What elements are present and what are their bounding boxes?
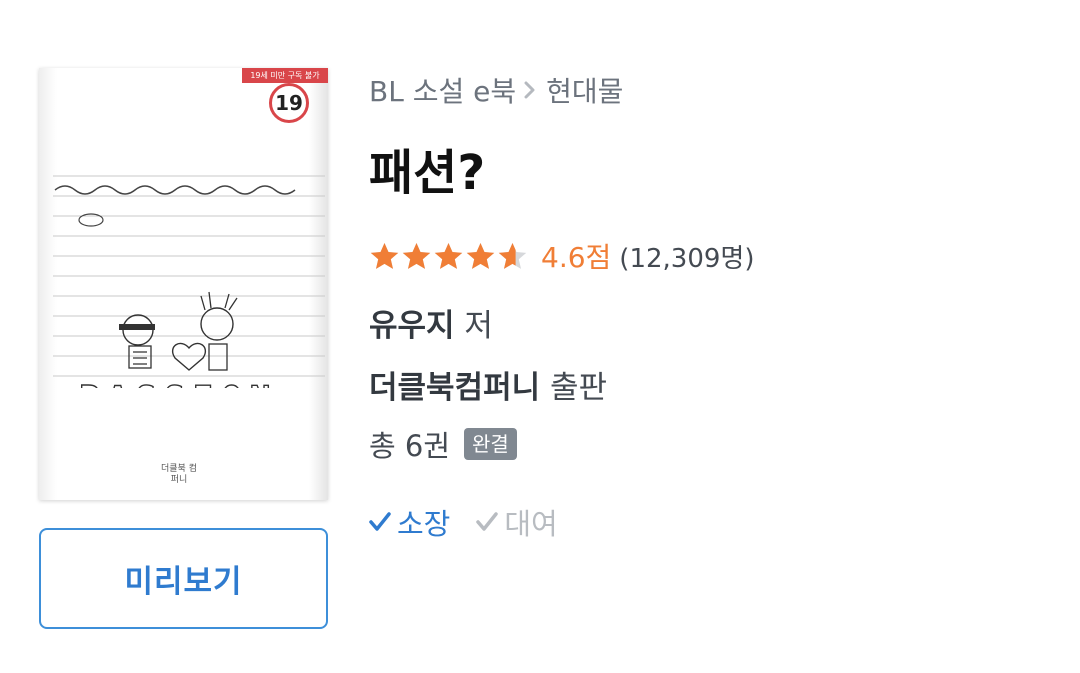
rent-option[interactable]: 대여 xyxy=(474,501,558,543)
star-icon xyxy=(466,242,495,269)
notebook-lines xyxy=(53,175,325,377)
check-icon xyxy=(369,512,391,531)
book-title: 패션? xyxy=(369,145,486,201)
chevron-right-icon xyxy=(524,80,536,100)
check-icon xyxy=(476,512,499,531)
rent-label: 대여 xyxy=(504,507,558,541)
book-cover[interactable]: 19세 미만 구독 불가 19 PASSION 더클북 컴퍼니 xyxy=(39,68,328,500)
volume-info: 총 6권 완결 xyxy=(369,424,517,464)
star-icon xyxy=(370,242,399,269)
cover-art-title: PASSION xyxy=(79,379,278,388)
publisher-name[interactable]: 더클북컴퍼니 xyxy=(369,370,540,406)
ownership-options: 소장 대여 xyxy=(367,502,558,542)
status-badge: 완결 xyxy=(464,428,517,460)
volume-count: 총 6권 xyxy=(369,429,451,463)
age-rating-badge: 19 xyxy=(269,83,309,123)
rating-count: (12,309명) xyxy=(619,243,755,274)
cover-publisher-mark: 더클북 컴퍼니 xyxy=(161,464,197,485)
publisher-line: 더클북컴퍼니 출판 xyxy=(369,362,607,407)
star-icon xyxy=(434,242,463,269)
own-label: 소장 xyxy=(397,507,451,541)
rating-stars xyxy=(369,241,529,272)
author-suffix: 저 xyxy=(464,308,493,344)
star-icon xyxy=(402,242,431,269)
rating-score: 4.6점 xyxy=(541,241,612,274)
cover-illustration: PASSION xyxy=(53,175,325,388)
star-icon xyxy=(498,242,527,269)
breadcrumb-subcategory[interactable]: 현대물 xyxy=(546,70,623,110)
author-name[interactable]: 유우지 xyxy=(369,308,455,344)
rating-row: 4.6점 (12,309명) xyxy=(369,236,754,276)
wave-line xyxy=(54,185,296,195)
own-option[interactable]: 소장 xyxy=(367,501,450,543)
breadcrumb-category[interactable]: BL 소설 e북 xyxy=(369,70,516,110)
author-line: 유우지 저 xyxy=(369,300,493,345)
preview-button[interactable]: 미리보기 xyxy=(39,528,328,629)
age-restriction-banner: 19세 미만 구독 불가 xyxy=(242,68,328,83)
publisher-suffix: 출판 xyxy=(549,370,608,406)
breadcrumb: BL 소설 e북 현대물 xyxy=(369,72,623,108)
